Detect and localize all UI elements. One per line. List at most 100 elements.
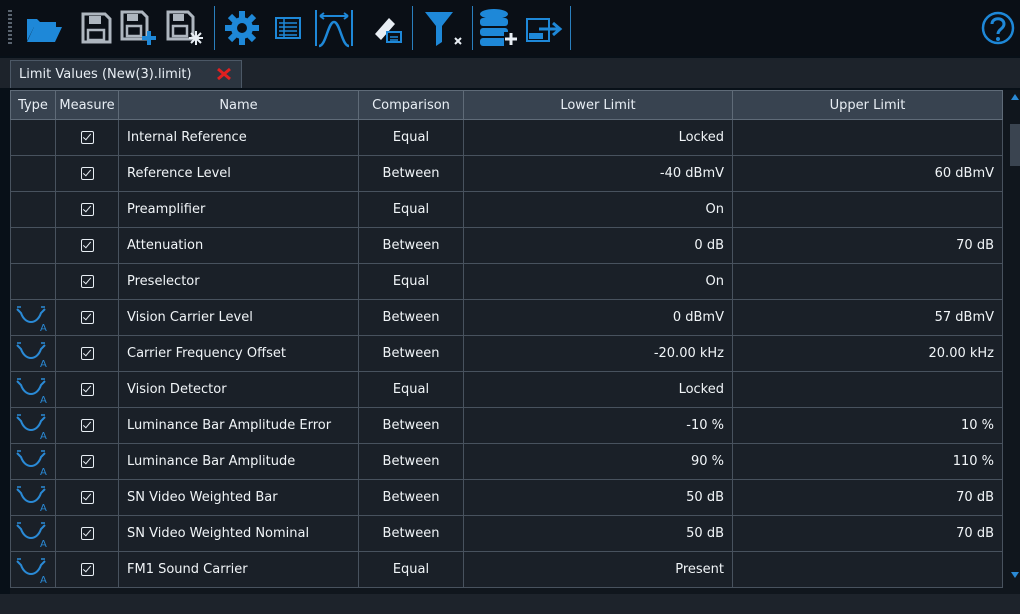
scroll-up-arrow-icon[interactable] xyxy=(1011,94,1019,100)
measure-checkbox[interactable] xyxy=(80,167,94,180)
table-row[interactable]: A SN Video Weighted Nominal Between 50 dB 70… xyxy=(10,515,1003,552)
cell-lower-limit[interactable]: 0 dB xyxy=(463,227,733,264)
cell-upper-limit[interactable]: 57 dBmV xyxy=(732,299,1003,336)
cell-upper-limit[interactable]: 20.00 kHz xyxy=(732,335,1003,372)
measure-checkbox[interactable] xyxy=(80,491,94,504)
cell-comparison[interactable]: Equal xyxy=(358,191,464,228)
measure-checkbox[interactable] xyxy=(80,419,94,432)
measure-checkbox[interactable] xyxy=(80,347,94,360)
cell-name[interactable]: Vision Carrier Level xyxy=(118,299,359,336)
scrollbar-thumb[interactable] xyxy=(1010,124,1020,166)
cell-comparison[interactable]: Equal xyxy=(358,119,464,156)
cell-lower-limit[interactable]: -10 % xyxy=(463,407,733,444)
cell-comparison[interactable]: Equal xyxy=(358,371,464,408)
measure-checkbox[interactable] xyxy=(80,455,94,468)
help-icon[interactable] xyxy=(978,8,1018,48)
cell-lower-limit[interactable]: 50 dB xyxy=(463,515,733,552)
cell-lower-limit[interactable]: On xyxy=(463,263,733,300)
table-row[interactable]: Preamplifier Equal On xyxy=(10,191,1003,228)
table-row[interactable]: A Carrier Frequency Offset Between -20.00 k… xyxy=(10,335,1003,372)
column-header-upper-limit[interactable]: Upper Limit xyxy=(732,90,1003,120)
measure-checkbox[interactable] xyxy=(80,203,94,216)
cell-lower-limit[interactable]: Locked xyxy=(463,119,733,156)
edit-ruler-icon[interactable] xyxy=(364,8,408,48)
measure-checkbox[interactable] xyxy=(80,311,94,324)
spectrum-limit-icon[interactable] xyxy=(312,8,356,48)
cell-name[interactable]: SN Video Weighted Nominal xyxy=(118,515,359,552)
cell-lower-limit[interactable]: Present xyxy=(463,551,733,588)
cell-comparison[interactable]: Between xyxy=(358,443,464,480)
measure-checkbox[interactable] xyxy=(80,239,94,252)
cell-lower-limit[interactable]: 50 dB xyxy=(463,479,733,516)
vertical-scrollbar[interactable] xyxy=(1010,90,1020,594)
cell-name[interactable]: Preamplifier xyxy=(118,191,359,228)
cell-upper-limit[interactable] xyxy=(732,191,1003,228)
table-row[interactable]: A Vision Detector Equal Locked xyxy=(10,371,1003,408)
cell-lower-limit[interactable]: 90 % xyxy=(463,443,733,480)
database-add-icon[interactable] xyxy=(476,8,522,48)
cell-name[interactable]: Preselector xyxy=(118,263,359,300)
column-header-lower-limit[interactable]: Lower Limit xyxy=(463,90,733,120)
table-row[interactable]: Preselector Equal On xyxy=(10,263,1003,300)
cell-comparison[interactable]: Between xyxy=(358,335,464,372)
column-header-name[interactable]: Name xyxy=(118,90,359,120)
cell-upper-limit[interactable]: 110 % xyxy=(732,443,1003,480)
cell-lower-limit[interactable]: Locked xyxy=(463,371,733,408)
cell-upper-limit[interactable]: 70 dB xyxy=(732,515,1003,552)
cell-upper-limit[interactable] xyxy=(732,119,1003,156)
table-row[interactable]: A SN Video Weighted Bar Between 50 dB 70 dB xyxy=(10,479,1003,516)
save-all-icon[interactable] xyxy=(164,8,208,48)
close-icon[interactable] xyxy=(214,64,234,84)
cell-lower-limit[interactable]: -40 dBmV xyxy=(463,155,733,192)
scroll-down-arrow-icon[interactable] xyxy=(1011,572,1019,578)
open-folder-icon[interactable] xyxy=(22,8,66,48)
column-header-type[interactable]: Type xyxy=(10,90,56,120)
cell-lower-limit[interactable]: On xyxy=(463,191,733,228)
cell-lower-limit[interactable]: -20.00 kHz xyxy=(463,335,733,372)
table-row[interactable]: A Luminance Bar Amplitude Between 90 % 110 % xyxy=(10,443,1003,480)
export-csv-icon[interactable] xyxy=(524,8,566,48)
cell-lower-limit[interactable]: 0 dBmV xyxy=(463,299,733,336)
cell-name[interactable]: Vision Detector xyxy=(118,371,359,408)
save-as-new-icon[interactable] xyxy=(118,8,162,48)
cell-name[interactable]: Reference Level xyxy=(118,155,359,192)
table-row[interactable]: A Luminance Bar Amplitude Error Between -10… xyxy=(10,407,1003,444)
cell-comparison[interactable]: Between xyxy=(358,227,464,264)
toolbar-grip[interactable] xyxy=(8,10,12,44)
cell-comparison[interactable]: Equal xyxy=(358,263,464,300)
measure-checkbox[interactable] xyxy=(80,131,94,144)
table-row[interactable]: Reference Level Between -40 dBmV 60 dBmV xyxy=(10,155,1003,192)
table-row[interactable]: A FM1 Sound Carrier Equal Present xyxy=(10,551,1003,588)
filter-clear-icon[interactable] xyxy=(418,8,468,48)
cell-name[interactable]: Attenuation xyxy=(118,227,359,264)
cell-comparison[interactable]: Between xyxy=(358,299,464,336)
cell-comparison[interactable]: Equal xyxy=(358,551,464,588)
tab-limit-values[interactable]: Limit Values (New(3).limit) xyxy=(10,60,242,88)
cell-comparison[interactable]: Between xyxy=(358,515,464,552)
cell-upper-limit[interactable]: 70 dB xyxy=(732,227,1003,264)
cell-upper-limit[interactable] xyxy=(732,551,1003,588)
settings-gear-icon[interactable] xyxy=(220,8,264,48)
column-header-measure[interactable]: Measure xyxy=(55,90,119,120)
cell-name[interactable]: SN Video Weighted Bar xyxy=(118,479,359,516)
measure-checkbox[interactable] xyxy=(80,527,94,540)
cell-upper-limit[interactable]: 60 dBmV xyxy=(732,155,1003,192)
cell-comparison[interactable]: Between xyxy=(358,407,464,444)
save-icon[interactable] xyxy=(76,8,116,48)
table-row[interactable]: Attenuation Between 0 dB 70 dB xyxy=(10,227,1003,264)
cell-comparison[interactable]: Between xyxy=(358,155,464,192)
cell-name[interactable]: Luminance Bar Amplitude xyxy=(118,443,359,480)
measure-checkbox[interactable] xyxy=(80,275,94,288)
list-view-icon[interactable] xyxy=(270,8,306,48)
cell-upper-limit[interactable] xyxy=(732,263,1003,300)
cell-upper-limit[interactable]: 70 dB xyxy=(732,479,1003,516)
cell-comparison[interactable]: Between xyxy=(358,479,464,516)
cell-name[interactable]: Luminance Bar Amplitude Error xyxy=(118,407,359,444)
cell-name[interactable]: Internal Reference xyxy=(118,119,359,156)
cell-name[interactable]: FM1 Sound Carrier xyxy=(118,551,359,588)
column-header-comparison[interactable]: Comparison xyxy=(358,90,464,120)
cell-upper-limit[interactable] xyxy=(732,371,1003,408)
table-row[interactable]: A Vision Carrier Level Between 0 dBmV 57 dBm… xyxy=(10,299,1003,336)
cell-upper-limit[interactable]: 10 % xyxy=(732,407,1003,444)
measure-checkbox[interactable] xyxy=(80,563,94,576)
